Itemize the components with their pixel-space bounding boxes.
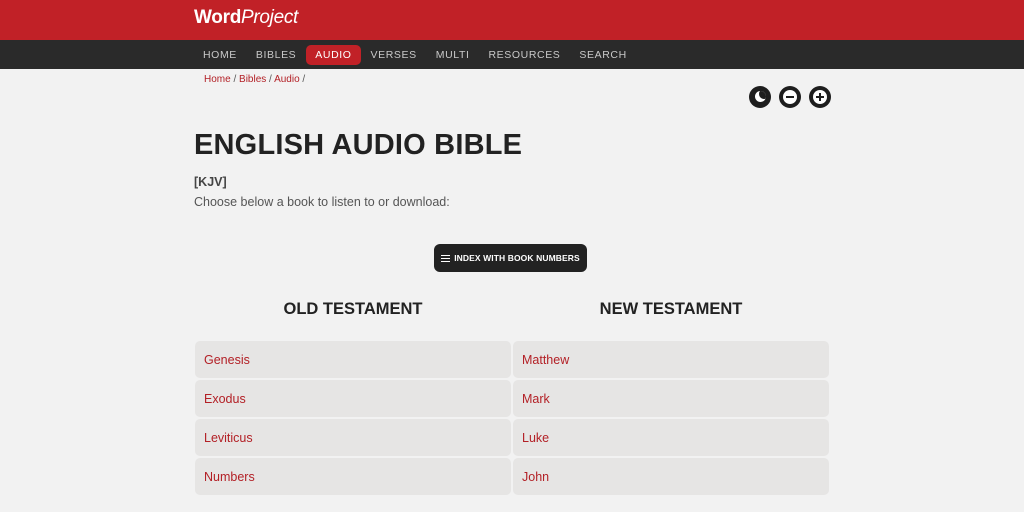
book-item-genesis[interactable]: Genesis bbox=[195, 341, 511, 378]
book-link[interactable]: Numbers bbox=[204, 470, 255, 484]
breadcrumb-separator: / bbox=[230, 74, 240, 85]
dark-mode-button[interactable] bbox=[749, 86, 771, 108]
breadcrumb: Home / Bibles / Audio / bbox=[204, 74, 305, 85]
page-title: ENGLISH AUDIO BIBLE bbox=[194, 129, 523, 161]
book-link[interactable]: Matthew bbox=[522, 353, 569, 367]
site-logo[interactable]: WordProject bbox=[194, 7, 298, 29]
nav-search[interactable]: SEARCH bbox=[570, 45, 635, 65]
logo-word: Word bbox=[194, 7, 241, 28]
breadcrumb-home[interactable]: Home bbox=[204, 74, 231, 85]
book-item-luke[interactable]: Luke bbox=[513, 419, 829, 456]
nav-verses[interactable]: VERSES bbox=[362, 45, 426, 65]
book-link[interactable]: Mark bbox=[522, 392, 550, 406]
old-testament-list: Genesis Exodus Leviticus Numbers bbox=[195, 341, 511, 497]
plus-circle-icon bbox=[813, 90, 827, 104]
display-tools bbox=[749, 86, 839, 108]
nav-list: HOME BIBLES AUDIO VERSES MULTI RESOURCES… bbox=[194, 40, 637, 69]
old-testament-heading: OLD TESTAMENT bbox=[283, 300, 423, 318]
breadcrumb-bibles[interactable]: Bibles bbox=[239, 74, 266, 85]
book-item-john[interactable]: John bbox=[513, 458, 829, 495]
decrease-font-button[interactable] bbox=[779, 86, 801, 108]
logo-project: Project bbox=[241, 7, 299, 28]
book-link[interactable]: Leviticus bbox=[204, 431, 253, 445]
site-header: WordProject bbox=[0, 0, 1024, 40]
book-link[interactable]: Exodus bbox=[204, 392, 246, 406]
minus-circle-icon bbox=[783, 90, 797, 104]
increase-font-button[interactable] bbox=[809, 86, 831, 108]
book-link[interactable]: Genesis bbox=[204, 353, 250, 367]
book-item-exodus[interactable]: Exodus bbox=[195, 380, 511, 417]
bible-version: [KJV] bbox=[194, 175, 227, 189]
index-button-label: INDEX WITH BOOK NUMBERS bbox=[454, 253, 580, 263]
nav-home[interactable]: HOME bbox=[194, 45, 246, 65]
nav-bibles[interactable]: BIBLES bbox=[247, 45, 305, 65]
intro-text: Choose below a book to listen to or down… bbox=[194, 195, 450, 209]
moon-icon bbox=[755, 91, 766, 102]
new-testament-list: Matthew Mark Luke John bbox=[513, 341, 829, 497]
new-testament-heading: NEW TESTAMENT bbox=[599, 300, 743, 318]
book-link[interactable]: Luke bbox=[522, 431, 549, 445]
book-item-matthew[interactable]: Matthew bbox=[513, 341, 829, 378]
breadcrumb-audio[interactable]: Audio bbox=[274, 74, 300, 85]
book-item-numbers[interactable]: Numbers bbox=[195, 458, 511, 495]
book-link[interactable]: John bbox=[522, 470, 549, 484]
nav-multi[interactable]: MULTI bbox=[427, 45, 479, 65]
book-item-mark[interactable]: Mark bbox=[513, 380, 829, 417]
breadcrumb-separator: / bbox=[299, 74, 306, 85]
breadcrumb-separator: / bbox=[266, 74, 275, 85]
index-with-book-numbers-button[interactable]: INDEX WITH BOOK NUMBERS bbox=[434, 244, 587, 272]
nav-audio[interactable]: AUDIO bbox=[306, 44, 361, 65]
list-icon bbox=[441, 254, 451, 262]
nav-resources[interactable]: RESOURCES bbox=[479, 45, 569, 65]
book-item-leviticus[interactable]: Leviticus bbox=[195, 419, 511, 456]
main-nav: HOME BIBLES AUDIO VERSES MULTI RESOURCES… bbox=[0, 40, 1024, 69]
